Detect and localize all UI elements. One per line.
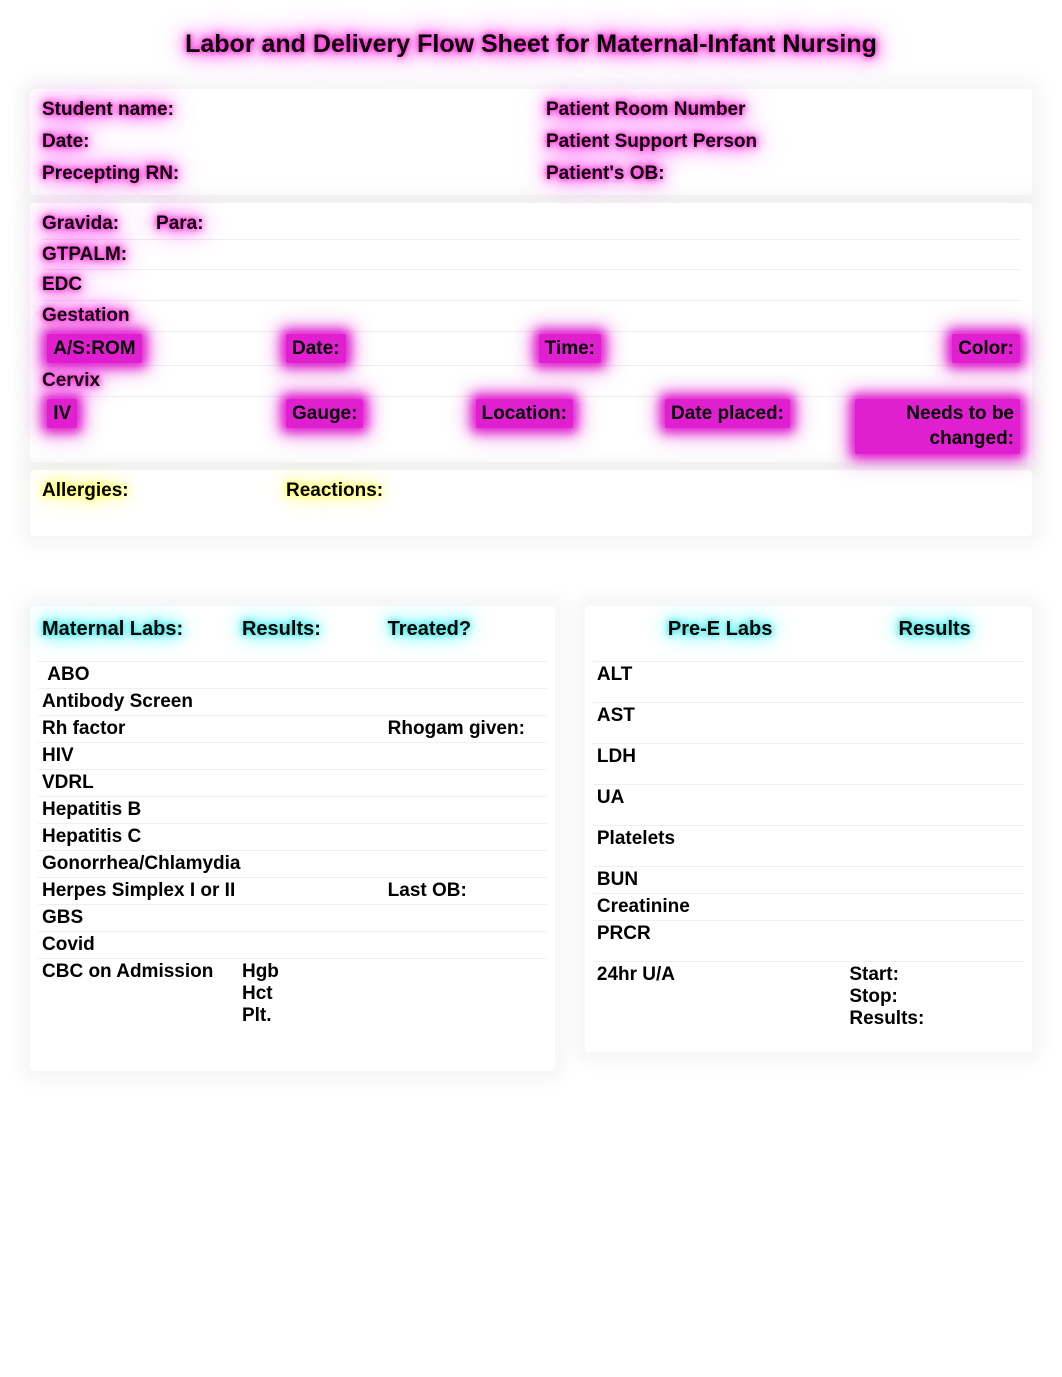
lab-gbs: GBS <box>42 907 83 928</box>
asrom-color-label: Color: <box>952 334 1020 364</box>
pree-bun: BUN <box>597 869 638 890</box>
pree-platelets: Platelets <box>597 828 675 849</box>
support-person-label: Patient Support Person <box>546 131 757 153</box>
lab-cbc-hgb: Hgb <box>242 961 382 983</box>
lab-hsv: Herpes Simplex I or II <box>42 880 235 901</box>
maternal-results-heading: Results: <box>242 618 321 640</box>
maternal-labs-heading: Maternal Labs: <box>42 618 183 640</box>
page-title: Labor and Delivery Flow Sheet for Matern… <box>30 30 1032 59</box>
lab-last-ob: Last OB: <box>388 880 467 901</box>
pree-ldh: LDH <box>597 746 636 767</box>
date-label: Date: <box>42 131 90 153</box>
asrom-label: A/S:ROM <box>47 334 141 364</box>
lab-rhogam: Rhogam given: <box>388 718 525 739</box>
pree-ua: UA <box>597 787 624 808</box>
lab-antibody: Antibody Screen <box>42 691 193 712</box>
lab-cbc-hct: Hct <box>242 983 382 1005</box>
page-title-text: Labor and Delivery Flow Sheet for Matern… <box>185 30 877 59</box>
maternal-treated-heading: Treated? <box>388 618 471 640</box>
pree-creatinine: Creatinine <box>597 896 690 917</box>
pree-alt: ALT <box>597 664 633 685</box>
gravida-label: Gravida: <box>42 213 119 234</box>
reactions-label: Reactions: <box>286 480 383 501</box>
iv-change-label: Needs to be changed: <box>855 399 1021 454</box>
precepting-rn-label: Precepting RN: <box>42 163 179 185</box>
edc-label: EDC <box>42 274 82 295</box>
pree-results-heading: Results <box>899 618 971 640</box>
patient-ob-label: Patient's OB: <box>546 163 665 185</box>
iv-date-placed-label: Date placed: <box>665 399 790 429</box>
lab-vdrl: VDRL <box>42 772 94 793</box>
header-info: Student name: Patient Room Number Date: … <box>30 89 1032 195</box>
obstetric-section: Gravida: Para: GTPALM: EDC Gestation A/S… <box>30 203 1032 462</box>
pree-heading: Pre-E Labs <box>668 618 772 640</box>
asrom-date-label: Date: <box>286 334 346 364</box>
lab-covid: Covid <box>42 934 95 955</box>
lab-hiv: HIV <box>42 745 74 766</box>
maternal-labs-table: Maternal Labs: Results: Treated? ABO Ant… <box>30 606 555 1071</box>
pree-24hr-stop: Stop: <box>849 986 1020 1008</box>
iv-label: IV <box>47 399 77 429</box>
para-label: Para: <box>156 213 204 234</box>
cervix-label: Cervix <box>42 370 100 391</box>
pree-24hr-ua: 24hr U/A <box>597 964 675 985</box>
lab-cbc-plt: Plt. <box>242 1005 382 1027</box>
pree-24hr-results: Results: <box>849 1008 1020 1030</box>
gestation-label: Gestation <box>42 305 130 326</box>
student-name-label: Student name: <box>42 99 174 121</box>
lab-rh: Rh factor <box>42 718 125 739</box>
pree-ast: AST <box>597 705 635 726</box>
patient-room-label: Patient Room Number <box>546 99 746 121</box>
pree-labs-table: Pre-E Labs Results ALT AST LDH UA Platel… <box>585 606 1032 1052</box>
lab-gc: Gonorrhea/Chlamydia <box>42 853 241 874</box>
labs-section: Maternal Labs: Results: Treated? ABO Ant… <box>30 606 1032 1071</box>
iv-gauge-label: Gauge: <box>286 399 363 429</box>
lab-hepb: Hepatitis B <box>42 799 141 820</box>
lab-cbc: CBC on Admission <box>42 961 213 982</box>
iv-location-label: Location: <box>476 399 574 429</box>
allergies-section: Allergies: Reactions: <box>30 470 1032 536</box>
allergies-label: Allergies: <box>42 480 129 501</box>
lab-abo: ABO <box>47 664 89 685</box>
pree-24hr-start: Start: <box>849 964 1020 986</box>
gtpalm-label: GTPALM: <box>42 244 127 265</box>
asrom-time-label: Time: <box>539 334 601 364</box>
pree-prcr: PRCR <box>597 923 651 944</box>
lab-hepc: Hepatitis C <box>42 826 141 847</box>
